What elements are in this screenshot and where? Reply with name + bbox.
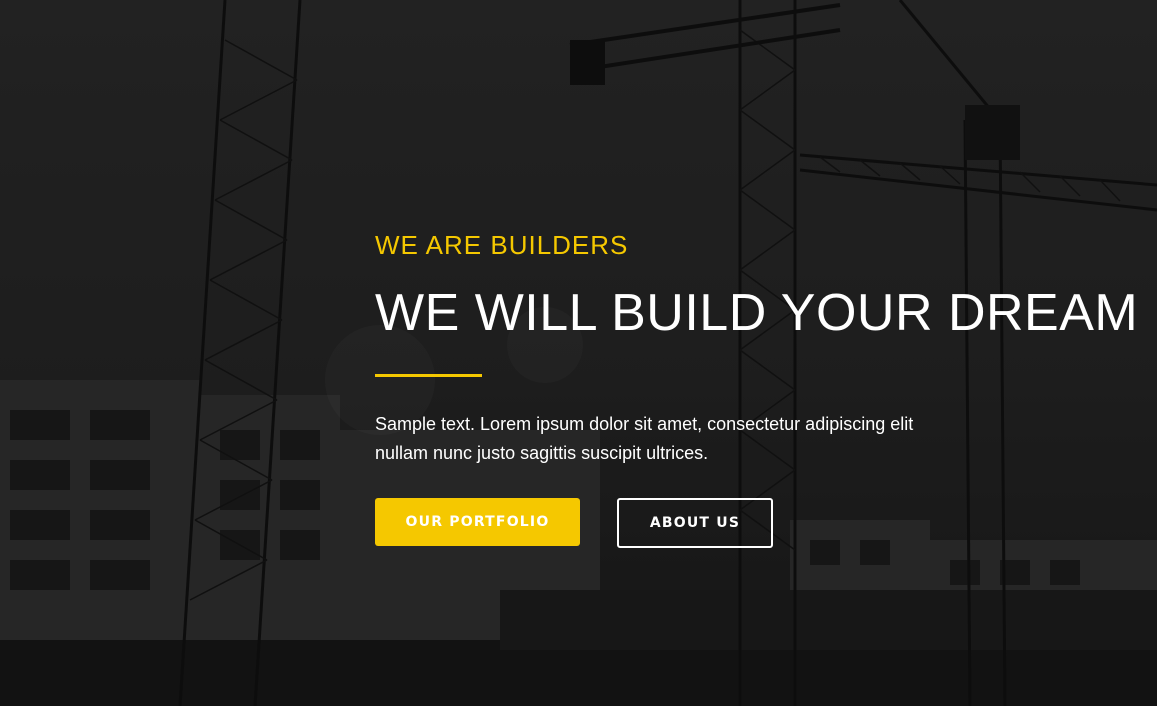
hero-eyebrow: WE ARE BUILDERS [375,230,629,260]
accent-divider [375,374,482,377]
our-portfolio-button[interactable]: OUR PORTFOLIO [375,498,580,546]
hero-section: WE ARE BUILDERS WE WILL BUILD YOUR DREAM… [0,0,1157,706]
about-us-button[interactable]: ABOUT US [617,498,773,548]
hero-content: WE ARE BUILDERS WE WILL BUILD YOUR DREAM… [375,228,1139,548]
hero-description: Sample text. Lorem ipsum dolor sit amet,… [375,414,914,463]
hero-headline: WE WILL BUILD YOUR DREAM [375,284,1139,342]
